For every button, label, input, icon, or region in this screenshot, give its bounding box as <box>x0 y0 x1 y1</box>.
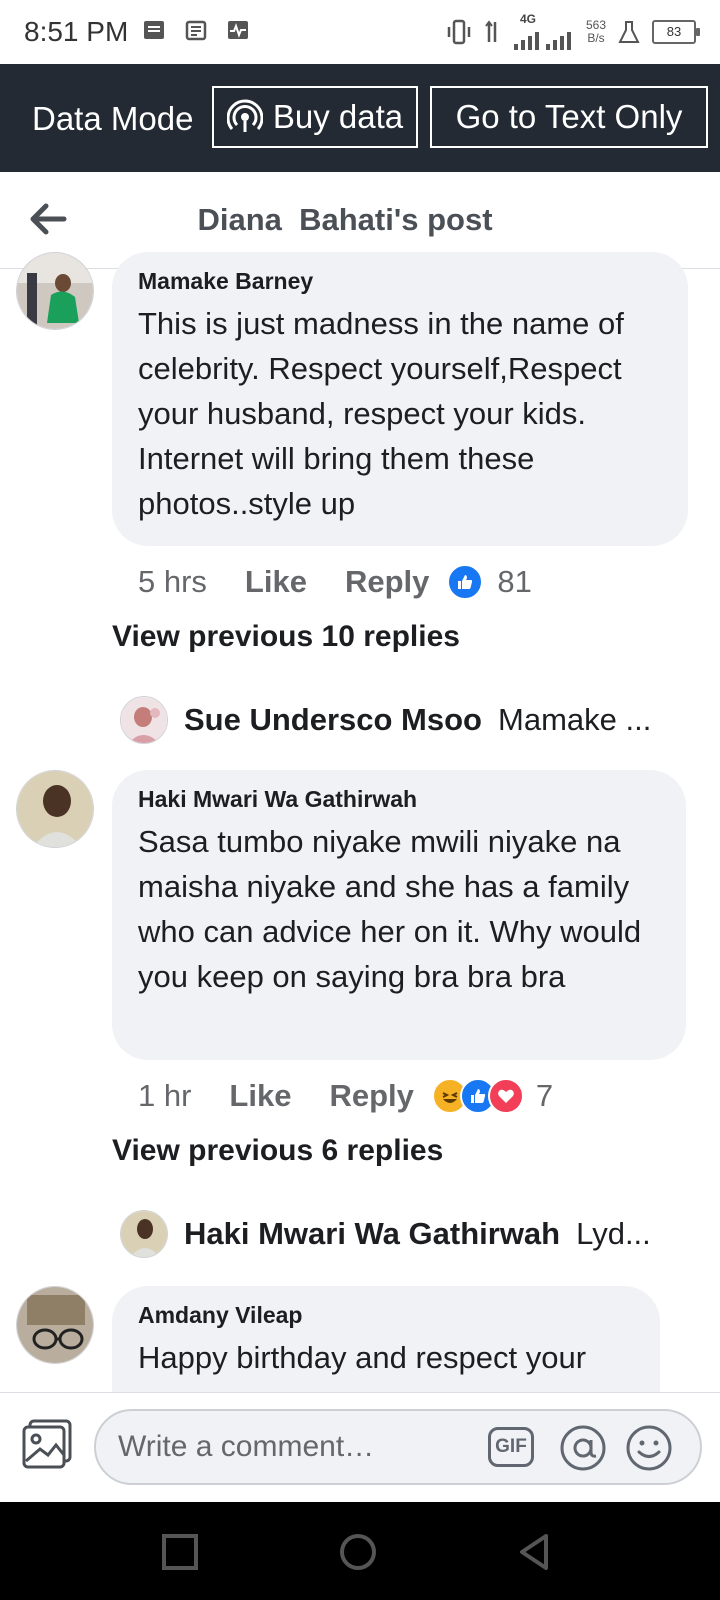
avatar <box>120 696 168 744</box>
reactions-summary[interactable]: 81 <box>447 564 532 600</box>
activity-notification-icon <box>228 21 248 39</box>
page-title: Diana Bahati's post <box>197 202 493 237</box>
comment-time[interactable]: 1 hr <box>138 1078 191 1114</box>
status-bar: 8:51 PM 4G 563 B/s 83 <box>0 0 720 64</box>
reply-snippet: Mamake ... <box>498 702 652 737</box>
go-to-text-only-button[interactable]: Go to Text Only <box>430 86 708 148</box>
reaction-count: 7 <box>535 1078 554 1113</box>
reply-author: Sue Undersco Msoo <box>184 702 482 737</box>
comment-bubble: Mamake Barney This is just madness in th… <box>112 252 688 546</box>
status-time: 8:51 PM <box>24 16 129 47</box>
reply-button[interactable]: Reply <box>345 564 429 600</box>
photo-icon[interactable] <box>20 1417 74 1471</box>
vibrate-icon <box>447 19 471 45</box>
like-button[interactable]: Like <box>229 1078 291 1114</box>
reactions-summary[interactable]: 7 <box>431 1078 554 1114</box>
buy-data-button[interactable]: Buy data <box>212 86 418 148</box>
mention-icon[interactable] <box>558 1423 608 1473</box>
recent-apps-icon[interactable] <box>158 1530 202 1574</box>
reply-button[interactable]: Reply <box>329 1078 413 1114</box>
signal-strength-icon: 4G <box>512 12 574 50</box>
avatar <box>120 1210 168 1258</box>
latest-reply-preview[interactable]: Haki Mwari Wa Gathirwah Lyd... <box>120 1210 680 1258</box>
comment-actions: 5 hrs Like Reply 81 <box>138 560 532 604</box>
comment-author[interactable]: Haki Mwari Wa Gathirwah <box>138 786 660 813</box>
latest-reply-preview[interactable]: Sue Undersco Msoo Mamake ... <box>120 696 680 744</box>
data-mode-label: Data Mode <box>32 100 194 137</box>
network-type: 4G <box>519 12 536 26</box>
love-reaction-icon <box>487 1078 524 1114</box>
comment-actions: 1 hr Like Reply 7 <box>138 1074 553 1118</box>
avatar[interactable] <box>16 1286 94 1364</box>
like-reaction-icon <box>447 564 484 600</box>
comment-author[interactable]: Mamake Barney <box>138 268 662 295</box>
battery-icon: 83 <box>652 20 700 44</box>
status-indicators: 4G 563 B/s 83 <box>446 12 700 52</box>
view-previous-replies-link[interactable]: View previous 10 replies <box>112 620 460 654</box>
like-button[interactable]: Like <box>245 564 307 600</box>
view-previous-replies-link[interactable]: View previous 6 replies <box>112 1134 443 1168</box>
avatar[interactable] <box>16 770 94 848</box>
comment-bubble: Haki Mwari Wa Gathirwah Sasa tumbo niyak… <box>112 770 686 1060</box>
emoji-icon[interactable] <box>624 1423 674 1473</box>
back-icon[interactable] <box>512 1530 556 1574</box>
reply-author: Haki Mwari Wa Gathirwah <box>184 1216 561 1251</box>
data-transfer-icon <box>485 20 497 42</box>
news-notification-icon <box>185 20 207 41</box>
reply-snippet: Lyd... <box>576 1216 651 1251</box>
broadcast-icon <box>226 99 263 132</box>
comment-input[interactable] <box>116 1429 480 1465</box>
gif-icon: GIF <box>488 1427 534 1467</box>
comment-composer: GIF <box>0 1392 720 1503</box>
speed-unit: B/s <box>587 31 605 45</box>
comment-text: This is just madness in the name of cele… <box>138 306 624 521</box>
comment-text: Happy birthday and respect your <box>138 1340 587 1375</box>
system-nav-bar <box>0 1502 720 1600</box>
home-icon[interactable] <box>336 1530 380 1574</box>
avatar[interactable] <box>16 252 94 330</box>
network-speed: 563 B/s <box>586 19 606 45</box>
message-notification-icon <box>144 21 164 39</box>
comment-time[interactable]: 5 hrs <box>138 564 207 600</box>
lab-flask-icon <box>618 21 640 43</box>
gif-button[interactable]: GIF <box>488 1423 538 1473</box>
comment-text: Sasa tumbo niyake mwili niyake na maisha… <box>138 824 642 994</box>
comment-box[interactable]: GIF <box>94 1409 702 1485</box>
comment-author[interactable]: Amdany Vileap <box>138 1302 634 1329</box>
data-mode-banner: Data Mode Buy data Go to Text Only <box>0 64 720 172</box>
buy-data-label: Buy data <box>272 98 404 135</box>
reaction-count: 81 <box>497 564 532 599</box>
